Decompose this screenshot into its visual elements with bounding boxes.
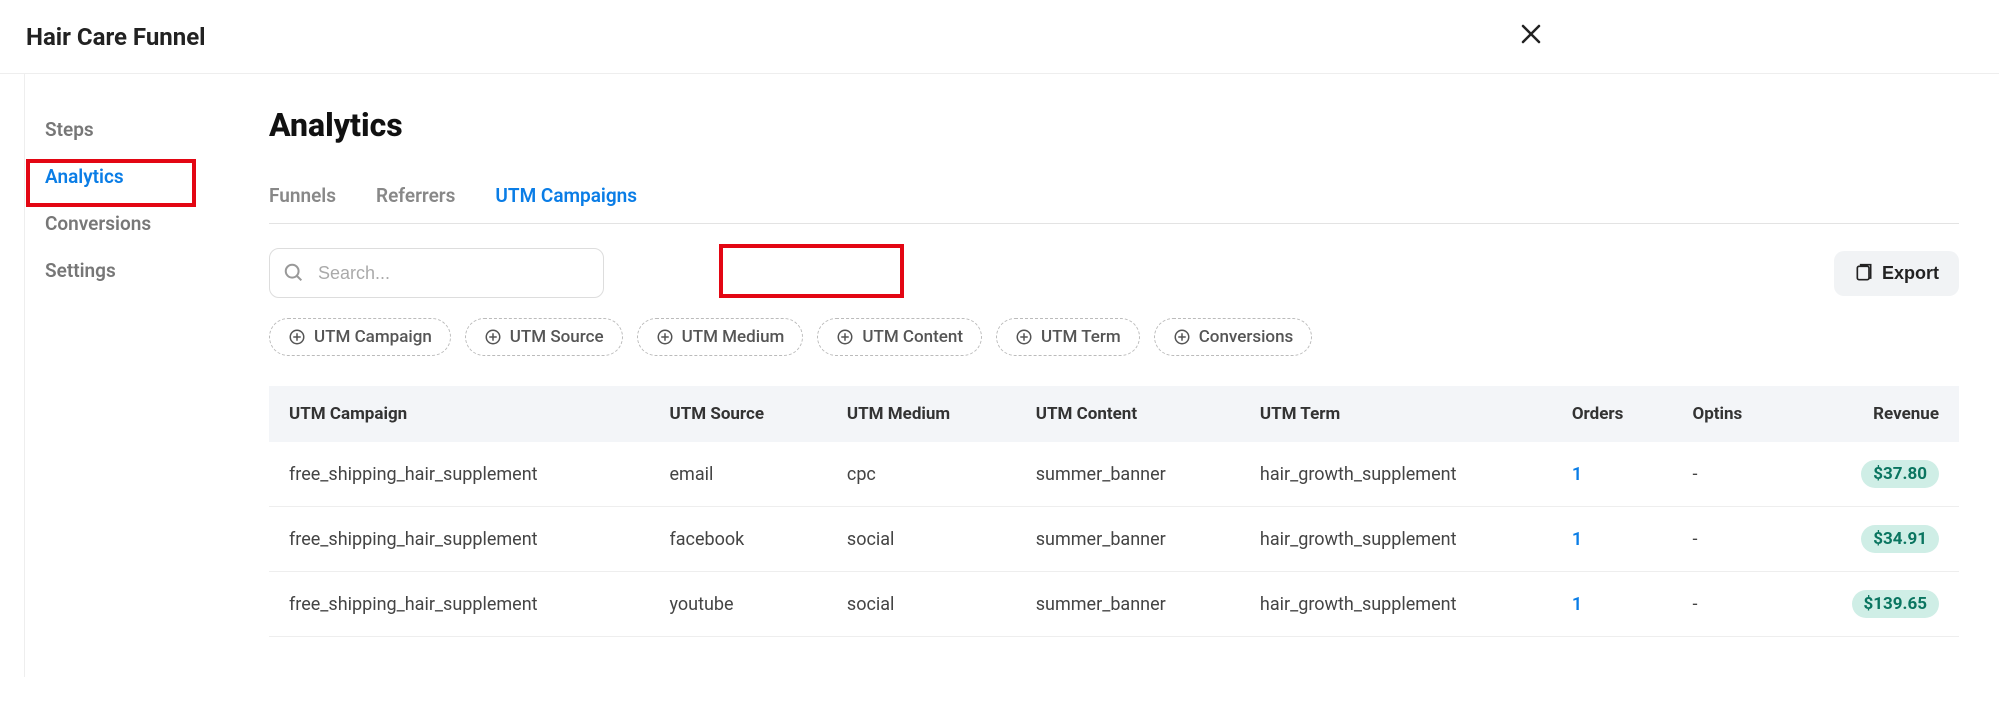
cell-orders: 1 bbox=[1552, 572, 1673, 637]
toolbar: Export bbox=[269, 248, 1959, 298]
cell-source: facebook bbox=[650, 507, 827, 572]
cell-term: hair_growth_supplement bbox=[1240, 442, 1552, 507]
th-revenue[interactable]: Revenue bbox=[1791, 386, 1959, 442]
table-row: free_shipping_hair_supplement email cpc … bbox=[269, 442, 1959, 507]
plus-circle-icon bbox=[1015, 328, 1033, 346]
cell-orders: 1 bbox=[1552, 507, 1673, 572]
cell-content: summer_banner bbox=[1016, 572, 1240, 637]
cell-optins: - bbox=[1672, 572, 1790, 637]
export-icon bbox=[1854, 263, 1874, 283]
cell-content: summer_banner bbox=[1016, 442, 1240, 507]
close-icon bbox=[1519, 22, 1543, 46]
export-label: Export bbox=[1882, 263, 1939, 284]
th-campaign[interactable]: UTM Campaign bbox=[269, 386, 650, 442]
table-row: free_shipping_hair_supplement facebook s… bbox=[269, 507, 1959, 572]
cell-optins: - bbox=[1672, 507, 1790, 572]
chip-utm-campaign[interactable]: UTM Campaign bbox=[269, 318, 451, 356]
export-button[interactable]: Export bbox=[1834, 251, 1959, 296]
sidebar-item-steps[interactable]: Steps bbox=[25, 106, 229, 153]
revenue-pill: $139.65 bbox=[1852, 590, 1939, 618]
plus-circle-icon bbox=[288, 328, 306, 346]
sidebar-item-conversions[interactable]: Conversions bbox=[25, 200, 229, 247]
tabs: Funnels Referrers UTM Campaigns bbox=[269, 172, 1959, 224]
cell-term: hair_growth_supplement bbox=[1240, 507, 1552, 572]
sidebar: Steps Analytics Conversions Settings bbox=[24, 74, 229, 677]
cell-campaign: free_shipping_hair_supplement bbox=[269, 572, 650, 637]
table-row: free_shipping_hair_supplement youtube so… bbox=[269, 572, 1959, 637]
cell-revenue: $139.65 bbox=[1791, 572, 1959, 637]
cell-content: summer_banner bbox=[1016, 507, 1240, 572]
sidebar-item-analytics[interactable]: Analytics bbox=[25, 153, 229, 200]
chip-label: UTM Term bbox=[1041, 327, 1121, 347]
th-medium[interactable]: UTM Medium bbox=[827, 386, 1016, 442]
cell-medium: social bbox=[827, 507, 1016, 572]
table-header-row: UTM Campaign UTM Source UTM Medium UTM C… bbox=[269, 386, 1959, 442]
th-source[interactable]: UTM Source bbox=[650, 386, 827, 442]
table-body: free_shipping_hair_supplement email cpc … bbox=[269, 442, 1959, 637]
cell-medium: cpc bbox=[827, 442, 1016, 507]
chip-utm-term[interactable]: UTM Term bbox=[996, 318, 1140, 356]
chip-conversions[interactable]: Conversions bbox=[1154, 318, 1313, 356]
chip-label: UTM Campaign bbox=[314, 327, 432, 347]
revenue-pill: $37.80 bbox=[1861, 460, 1939, 488]
plus-circle-icon bbox=[836, 328, 854, 346]
cell-source: email bbox=[650, 442, 827, 507]
orders-link[interactable]: 1 bbox=[1572, 464, 1582, 485]
tab-funnels[interactable]: Funnels bbox=[269, 172, 336, 223]
th-term[interactable]: UTM Term bbox=[1240, 386, 1552, 442]
th-content[interactable]: UTM Content bbox=[1016, 386, 1240, 442]
chip-label: Conversions bbox=[1199, 327, 1294, 347]
chip-utm-content[interactable]: UTM Content bbox=[817, 318, 982, 356]
page-header-title: Hair Care Funnel bbox=[26, 23, 206, 51]
chip-label: UTM Content bbox=[862, 327, 963, 347]
plus-circle-icon bbox=[484, 328, 502, 346]
layout: Steps Analytics Conversions Settings Ana… bbox=[0, 74, 1999, 677]
search-wrap bbox=[269, 248, 604, 298]
close-button[interactable] bbox=[1515, 18, 1973, 55]
utm-table: UTM Campaign UTM Source UTM Medium UTM C… bbox=[269, 386, 1959, 637]
tab-utm-campaigns[interactable]: UTM Campaigns bbox=[495, 172, 637, 223]
chip-utm-medium[interactable]: UTM Medium bbox=[637, 318, 804, 356]
th-optins[interactable]: Optins bbox=[1672, 386, 1790, 442]
cell-revenue: $37.80 bbox=[1791, 442, 1959, 507]
cell-orders: 1 bbox=[1552, 442, 1673, 507]
orders-link[interactable]: 1 bbox=[1572, 594, 1582, 615]
chip-label: UTM Source bbox=[510, 327, 604, 347]
cell-source: youtube bbox=[650, 572, 827, 637]
main-content: Analytics Funnels Referrers UTM Campaign… bbox=[229, 74, 1999, 677]
chip-utm-source[interactable]: UTM Source bbox=[465, 318, 623, 356]
plus-circle-icon bbox=[656, 328, 674, 346]
cell-term: hair_growth_supplement bbox=[1240, 572, 1552, 637]
page-title: Analytics bbox=[269, 106, 1959, 144]
cell-revenue: $34.91 bbox=[1791, 507, 1959, 572]
tab-referrers[interactable]: Referrers bbox=[376, 172, 455, 223]
search-icon bbox=[283, 262, 305, 284]
cell-medium: social bbox=[827, 572, 1016, 637]
filter-chips: UTM Campaign UTM Source UTM Medium UTM C… bbox=[269, 318, 1959, 356]
th-orders[interactable]: Orders bbox=[1552, 386, 1673, 442]
topbar: Hair Care Funnel bbox=[0, 0, 1999, 74]
cell-optins: - bbox=[1672, 442, 1790, 507]
cell-campaign: free_shipping_hair_supplement bbox=[269, 442, 650, 507]
chip-label: UTM Medium bbox=[682, 327, 785, 347]
search-input[interactable] bbox=[269, 248, 604, 298]
cell-campaign: free_shipping_hair_supplement bbox=[269, 507, 650, 572]
sidebar-item-settings[interactable]: Settings bbox=[25, 247, 229, 294]
revenue-pill: $34.91 bbox=[1861, 525, 1939, 553]
plus-circle-icon bbox=[1173, 328, 1191, 346]
orders-link[interactable]: 1 bbox=[1572, 529, 1582, 550]
